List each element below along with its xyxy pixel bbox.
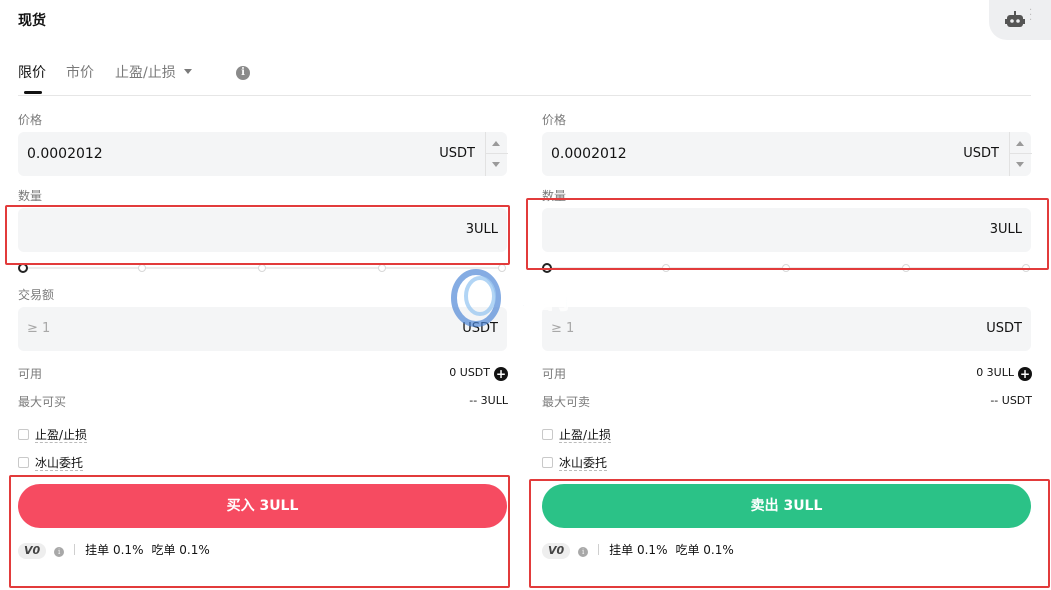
trading-bot-tab[interactable]: · · ·	[989, 0, 1051, 40]
fee-info-row: V0 i 挂单 0.1% 吃单 0.1%	[542, 541, 742, 559]
price-unit: USDT	[963, 146, 999, 161]
sell-price-input[interactable]: 0.0002012 USDT	[542, 132, 1032, 176]
taker-fee: 吃单 0.1%	[151, 543, 210, 557]
fee-info-icon[interactable]: i	[578, 547, 589, 557]
chevron-down-icon	[183, 69, 192, 74]
amount-label: 交易额	[18, 288, 55, 302]
quantity-unit: 3ULL	[989, 222, 1022, 237]
info-icon[interactable]: i	[236, 66, 250, 80]
tpsl-checkbox-row[interactable]: 止盈/止损	[542, 426, 612, 443]
tpsl-checkbox-row[interactable]: 止盈/止损	[18, 426, 88, 443]
tab-market[interactable]: 市价	[66, 62, 94, 82]
stepper-down-icon[interactable]	[492, 162, 500, 167]
active-tab-indicator	[24, 91, 42, 94]
sell-amount-input[interactable]: ≥ 1 USDT	[542, 307, 1031, 351]
more-vertical-icon[interactable]: · · ·	[1029, 6, 1035, 26]
slider-mark-100[interactable]	[1022, 264, 1030, 272]
price-value: 0.0002012	[27, 146, 103, 162]
robot-icon[interactable]	[1005, 11, 1025, 29]
price-value: 0.0002012	[551, 146, 627, 162]
slider-mark-25[interactable]	[662, 264, 670, 272]
available-row: 0 USDT +	[449, 366, 508, 381]
buy-price-input[interactable]: 0.0002012 USDT	[18, 132, 508, 176]
iceberg-checkbox[interactable]	[542, 457, 553, 468]
sell-percent-slider[interactable]	[542, 262, 1031, 274]
available-value: 0 USDT	[449, 366, 490, 379]
vip-level-badge[interactable]: V0	[542, 543, 571, 559]
deposit-plus-icon[interactable]: +	[494, 367, 508, 381]
order-type-tabs: 限价 市价 止盈/止损 i	[18, 60, 1031, 96]
page-title: 现货	[18, 13, 46, 29]
watermark-swirl-icon	[451, 269, 501, 327]
maker-fee: 挂单 0.1%	[85, 543, 144, 557]
quantity-unit: 3ULL	[465, 222, 498, 237]
iceberg-checkbox-row[interactable]: 冰山委托	[542, 454, 608, 471]
available-label: 可用	[18, 367, 43, 381]
tab-tpsl-dropdown[interactable]: 止盈/止损	[115, 62, 192, 82]
vip-level-badge[interactable]: V0	[18, 543, 47, 559]
price-label: 价格	[18, 113, 43, 127]
stepper-up-icon[interactable]	[1016, 141, 1024, 146]
stepper-up-icon[interactable]	[492, 141, 500, 146]
maker-fee: 挂单 0.1%	[609, 543, 668, 557]
available-value: 0 3ULL	[976, 366, 1014, 379]
buy-quantity-input[interactable]: 3ULL	[18, 208, 507, 252]
sell-quantity-input[interactable]: 3ULL	[542, 208, 1031, 252]
slider-mark-50[interactable]	[258, 264, 266, 272]
iceberg-checkbox-label: 冰山委托	[559, 456, 608, 471]
price-stepper[interactable]	[485, 132, 508, 176]
tab-limit[interactable]: 限价	[18, 62, 46, 82]
stepper-down-icon[interactable]	[1016, 162, 1024, 167]
max-sell-label: 最大可卖	[542, 395, 591, 409]
slider-mark-75[interactable]	[902, 264, 910, 272]
amount-unit: USDT	[986, 321, 1022, 336]
max-sell-value: -- USDT	[990, 394, 1032, 407]
price-unit: USDT	[439, 146, 475, 161]
iceberg-checkbox-label: 冰山委托	[35, 456, 84, 471]
tpsl-checkbox-label: 止盈/止损	[35, 428, 88, 443]
buy-percent-slider[interactable]	[18, 262, 507, 274]
deposit-plus-icon[interactable]: +	[1018, 367, 1032, 381]
available-row: 0 3ULL +	[976, 366, 1032, 381]
slider-mark-75[interactable]	[378, 264, 386, 272]
slider-mark-25[interactable]	[138, 264, 146, 272]
tpsl-checkbox[interactable]	[542, 429, 553, 440]
watermark-text: 币圈子	[504, 286, 579, 315]
quantity-label: 数量	[18, 189, 43, 203]
slider-mark-50[interactable]	[782, 264, 790, 272]
slider-handle[interactable]	[18, 263, 28, 273]
max-buy-value: -- 3ULL	[469, 394, 508, 407]
fee-info-row: V0 i 挂单 0.1% 吃单 0.1%	[18, 541, 218, 559]
fee-info-icon[interactable]: i	[54, 547, 65, 557]
tab-tpsl-label: 止盈/止损	[115, 65, 176, 81]
tpsl-checkbox[interactable]	[18, 429, 29, 440]
amount-placeholder: ≥ 1	[27, 321, 51, 336]
sell-button[interactable]: 卖出 3ULL	[542, 484, 1031, 528]
tpsl-checkbox-label: 止盈/止损	[559, 428, 612, 443]
iceberg-checkbox[interactable]	[18, 457, 29, 468]
quantity-label: 数量	[542, 189, 567, 203]
max-buy-label: 最大可买	[18, 395, 67, 409]
price-label: 价格	[542, 113, 567, 127]
buy-amount-input[interactable]: ≥ 1 USDT	[18, 307, 507, 351]
available-label: 可用	[542, 367, 567, 381]
iceberg-checkbox-row[interactable]: 冰山委托	[18, 454, 84, 471]
taker-fee: 吃单 0.1%	[675, 543, 734, 557]
watermark-logo: 币圈子	[448, 266, 608, 330]
price-stepper[interactable]	[1009, 132, 1032, 176]
buy-button[interactable]: 买入 3ULL	[18, 484, 507, 528]
